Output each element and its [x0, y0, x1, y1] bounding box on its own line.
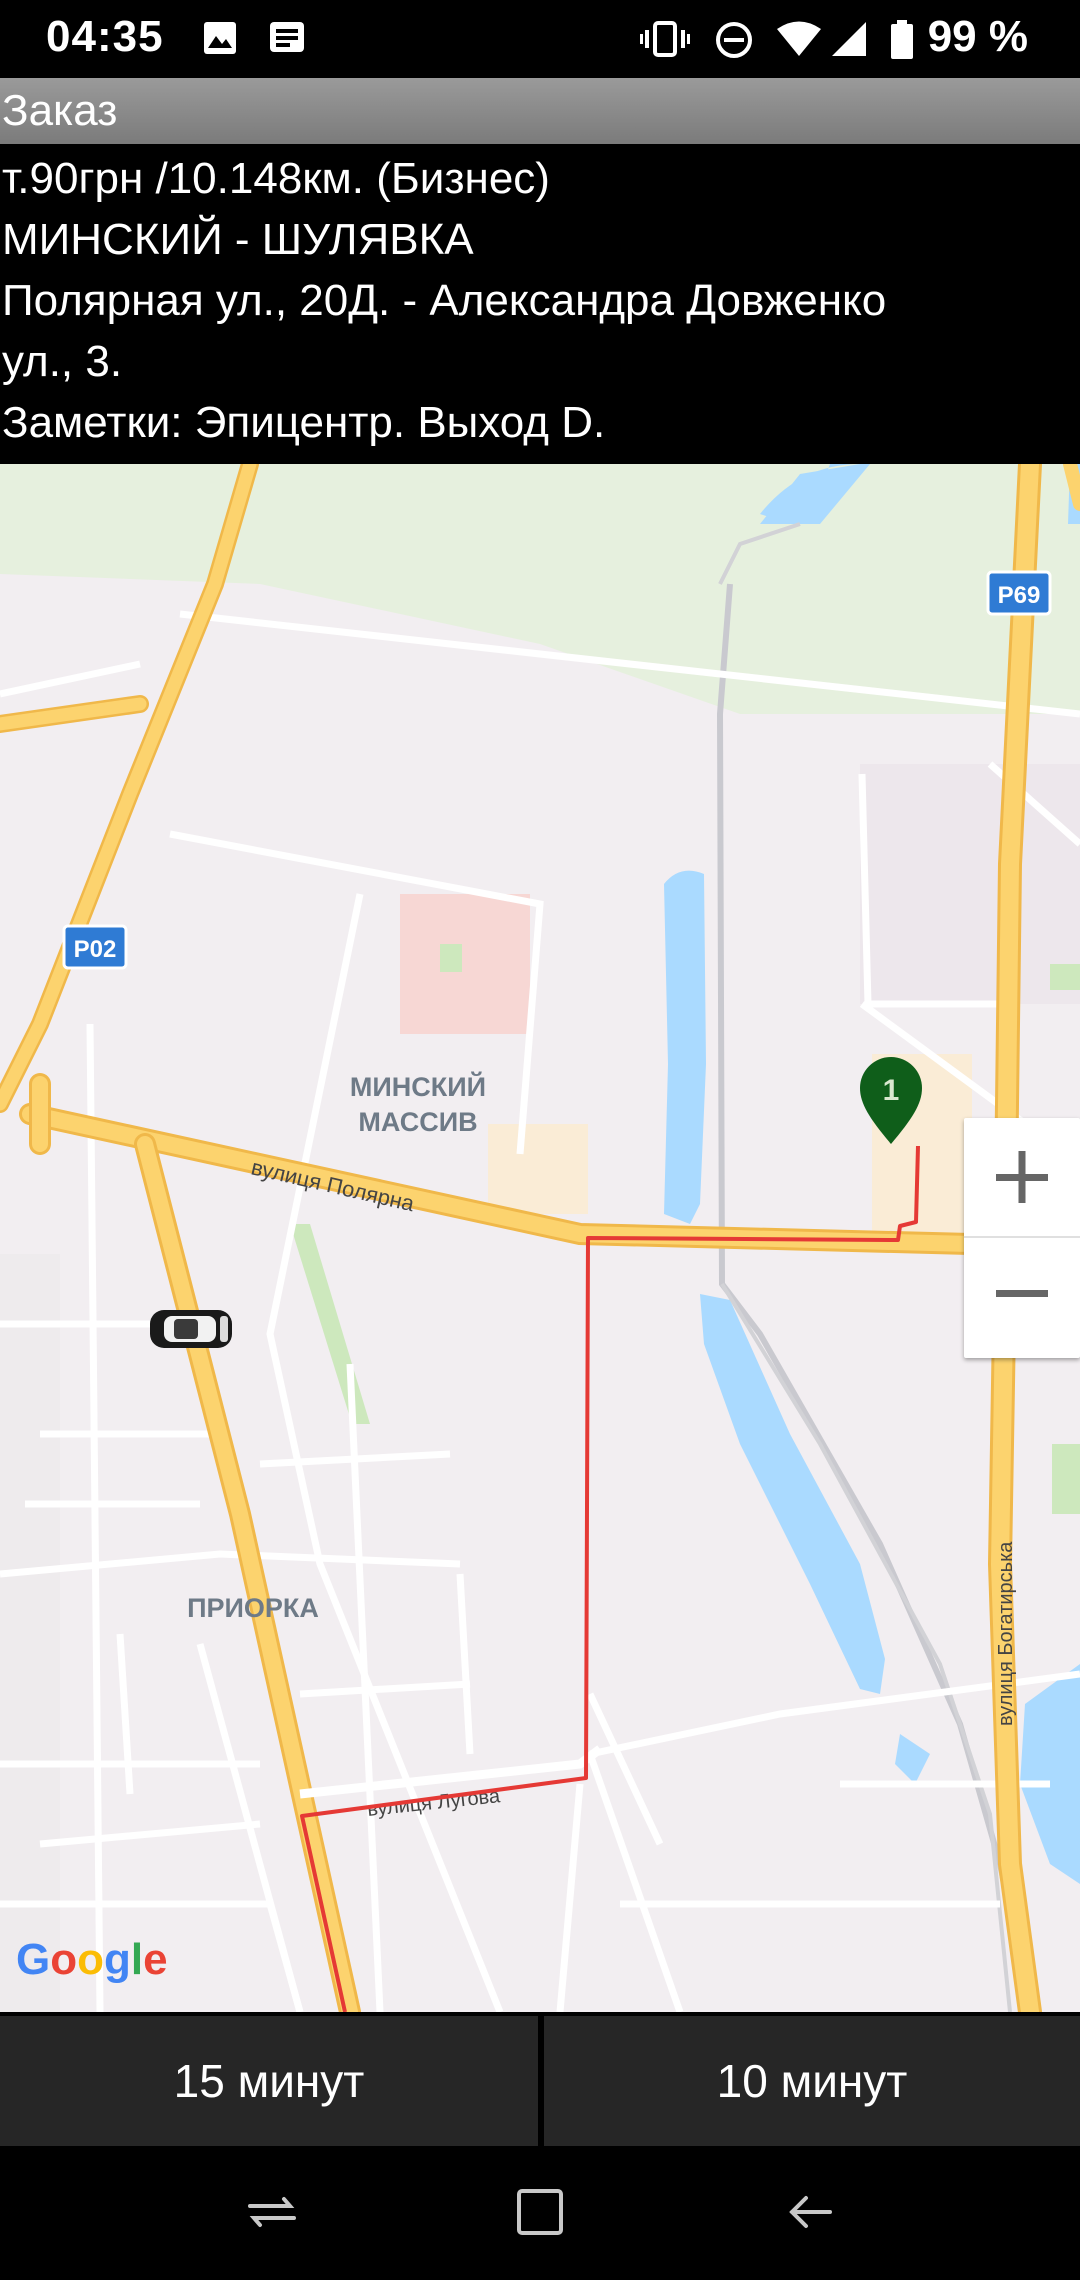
- marker-number: 1: [883, 1074, 900, 1107]
- map-pink-area: [400, 894, 530, 1034]
- battery-percent: 99 %: [927, 12, 1028, 61]
- wifi-icon: [777, 21, 821, 56]
- plus-icon: [996, 1151, 1048, 1203]
- map-block: [0, 1254, 60, 2012]
- dnd-icon: [716, 22, 752, 58]
- district-label-massiv: МАССИВ: [358, 1107, 477, 1137]
- page-title: Заказ: [2, 86, 118, 135]
- status-time: 04:35: [46, 12, 164, 61]
- order-info: т.90грн /10.148км. (Бизнес) МИНСКИЙ - ШУ…: [0, 144, 1080, 464]
- title-bar: Заказ: [0, 78, 1080, 144]
- order-address-line: Полярная ул., 20Д. - Александра Довженко: [2, 276, 887, 325]
- minus-icon: [996, 1290, 1048, 1297]
- map-block: [860, 764, 1080, 1004]
- image-icon: [204, 22, 236, 54]
- back-icon[interactable]: [782, 2184, 838, 2240]
- battery-icon: [891, 20, 913, 59]
- map-park: [1052, 1444, 1080, 1514]
- map-park: [440, 944, 462, 972]
- svg-text:P02: P02: [74, 936, 117, 963]
- order-route-districts: МИНСКИЙ - ШУЛЯВКА: [2, 215, 474, 264]
- home-icon[interactable]: [512, 2184, 568, 2240]
- order-notes: Заметки: Эпицентр. Выход D.: [2, 398, 606, 447]
- zoom-in-button[interactable]: [964, 1118, 1080, 1238]
- vibrate-icon: [640, 21, 690, 57]
- map-water-lake: [664, 870, 706, 1224]
- status-bar: 04:35 99 %: [0, 0, 1080, 78]
- signal-icon: [832, 22, 866, 56]
- recent-apps-icon[interactable]: [244, 2184, 300, 2240]
- message-icon: [270, 22, 304, 52]
- bottom-action-bar: 15 минут 10 минут: [0, 2012, 1080, 2150]
- zoom-controls: [964, 1118, 1080, 1358]
- district-label-minsky: МИНСКИЙ: [350, 1071, 486, 1102]
- district-label-priorka: ПРИОРКА: [187, 1593, 319, 1623]
- svg-text:P69: P69: [998, 582, 1041, 609]
- eta-10-minutes-button[interactable]: 10 минут: [544, 2016, 1080, 2146]
- map-view[interactable]: P69 P02 МИНСКИЙ МАССИВ ПРИОРКА вулиця По…: [0, 464, 1080, 2012]
- car-icon: [150, 1310, 232, 1348]
- street-label-bohatyrska: вулиця Богатирська: [995, 1541, 1017, 1726]
- eta-15-minutes-button[interactable]: 15 минут: [0, 2016, 538, 2146]
- map-canvas[interactable]: P69 P02 МИНСКИЙ МАССИВ ПРИОРКА вулиця По…: [0, 464, 1080, 2012]
- map-sand-area: [488, 1124, 588, 1214]
- map-park: [1050, 964, 1080, 990]
- zoom-out-button[interactable]: [964, 1238, 1080, 1356]
- highway-shield-p69: P69: [986, 570, 1052, 616]
- highway-shield-p02: P02: [62, 924, 128, 970]
- navigation-bar: [0, 2150, 1080, 2280]
- order-price-line: т.90грн /10.148км. (Бизнес): [2, 154, 550, 203]
- google-logo: Google: [16, 1935, 168, 1984]
- order-address-line-continued: ул., 3.: [2, 337, 123, 386]
